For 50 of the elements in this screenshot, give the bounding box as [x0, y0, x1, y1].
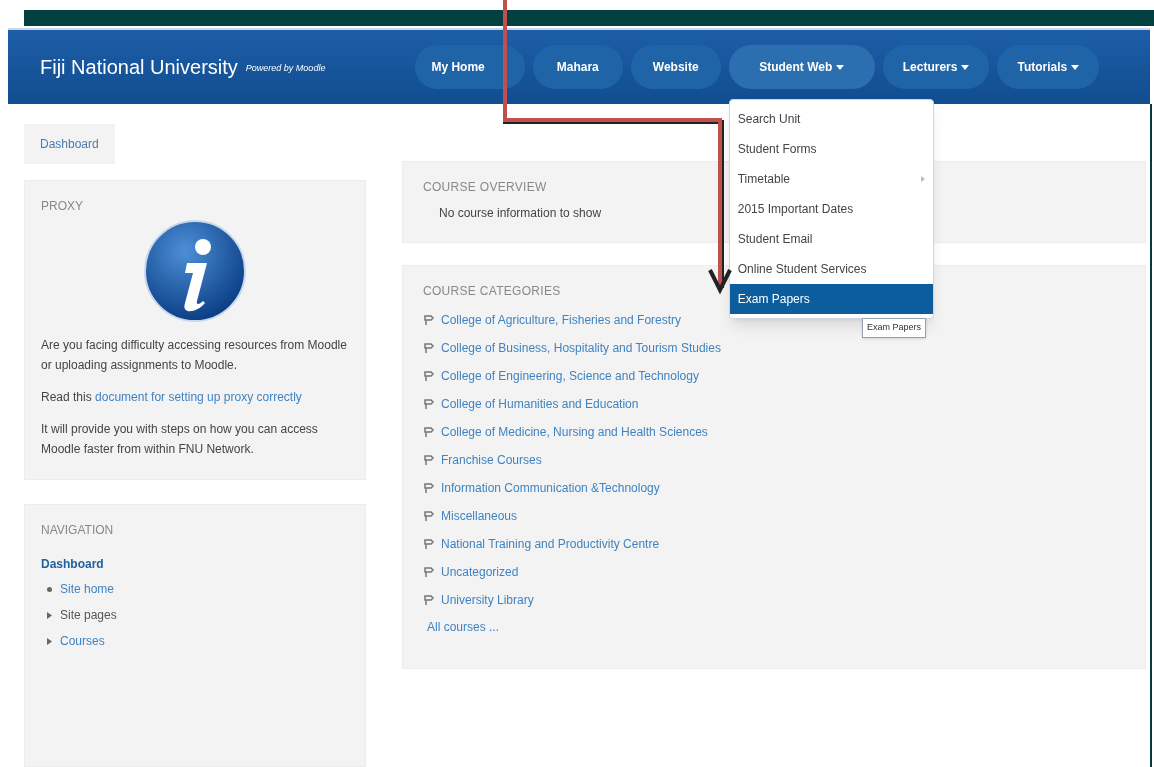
category-link[interactable]: National Training and Productivity Centre	[441, 535, 660, 553]
dropdown-menu-item[interactable]: Student Forms	[729, 134, 933, 164]
proxy-text: It will provide you with steps on how you can access Moodle faster from within FNU Network.	[41, 421, 319, 458]
nav-menu-item[interactable]: Website	[630, 45, 721, 89]
submenu-caret-icon	[920, 176, 925, 182]
powered-by-text: Powered by Moodle	[245, 62, 326, 76]
nav-menu-item[interactable]: Mahara	[532, 45, 623, 89]
all-courses-link[interactable]: All courses ...	[427, 618, 1125, 636]
expand-arrow-icon[interactable]	[47, 611, 52, 619]
category-link[interactable]: College of Agriculture, Fisheries and Forestry	[441, 311, 682, 329]
nav-menu-item[interactable]: Lecturers	[882, 45, 990, 89]
dropdown-menu-item[interactable]: Exam Papers	[729, 284, 933, 314]
dropdown-menu-item[interactable]: 2015 Important Dates	[729, 194, 933, 224]
caret-icon	[836, 65, 845, 71]
navigation-item[interactable]: Site home	[60, 580, 115, 598]
block-title: PROXY	[41, 198, 84, 215]
block-title: COURSE OVERVIEW	[423, 179, 547, 196]
expand-arrow-icon[interactable]	[47, 637, 52, 645]
category-link[interactable]: University Library	[441, 591, 534, 609]
nav-menu-item[interactable]: My Home	[415, 45, 525, 89]
category-link[interactable]: College of Business, Hospitality and Tourism Studies	[441, 339, 721, 357]
category-link[interactable]: College of Engineering, Science and Technology	[441, 367, 699, 385]
navigation-item[interactable]: Courses	[60, 632, 105, 650]
dropdown-menu-item[interactable]: Student Email	[729, 224, 933, 254]
caret-icon	[1071, 65, 1080, 71]
bullet-icon	[47, 586, 52, 592]
no-courses-message: No course information to show	[439, 205, 602, 222]
dropdown-menu-item[interactable]: Online Student Services	[729, 254, 933, 284]
category-link[interactable]: Uncategorized	[441, 563, 519, 581]
category-link[interactable]: Information Communication &Technology	[441, 479, 660, 497]
proxy-text: Read this document for setting up proxy correctly	[41, 389, 303, 406]
dropdown-menu-item[interactable]: Timetable	[729, 164, 933, 194]
block-title: COURSE CATEGORIES	[423, 283, 561, 300]
dashboard-link[interactable]: Dashboard	[41, 555, 349, 573]
info-icon	[143, 219, 247, 323]
nav-menu-item[interactable]: Tutorials	[997, 45, 1100, 89]
site-title[interactable]: Fiji National University	[40, 52, 238, 82]
proxy-document-link[interactable]: document for setting up proxy correctly	[95, 390, 302, 404]
category-link[interactable]: College of Medicine, Nursing and Health Sciences	[441, 423, 708, 441]
breadcrumb-link[interactable]: Dashboard	[24, 124, 115, 164]
caret-icon	[961, 65, 970, 71]
navigation-item[interactable]: Site pages	[60, 606, 117, 624]
block-title: NAVIGATION	[41, 522, 115, 539]
category-link[interactable]: Miscellaneous	[441, 507, 518, 525]
proxy-text: Are you facing difficulty accessing resources from Moodle or uploading assignments to Moodle.	[41, 337, 348, 374]
category-link[interactable]: Franchise Courses	[441, 451, 542, 469]
nav-menu-item[interactable]: Student Web	[728, 45, 875, 89]
tooltip: Exam Papers	[862, 318, 927, 338]
dropdown-menu-item[interactable]: Search Unit	[729, 104, 933, 134]
category-link[interactable]: College of Humanities and Education	[441, 395, 639, 413]
